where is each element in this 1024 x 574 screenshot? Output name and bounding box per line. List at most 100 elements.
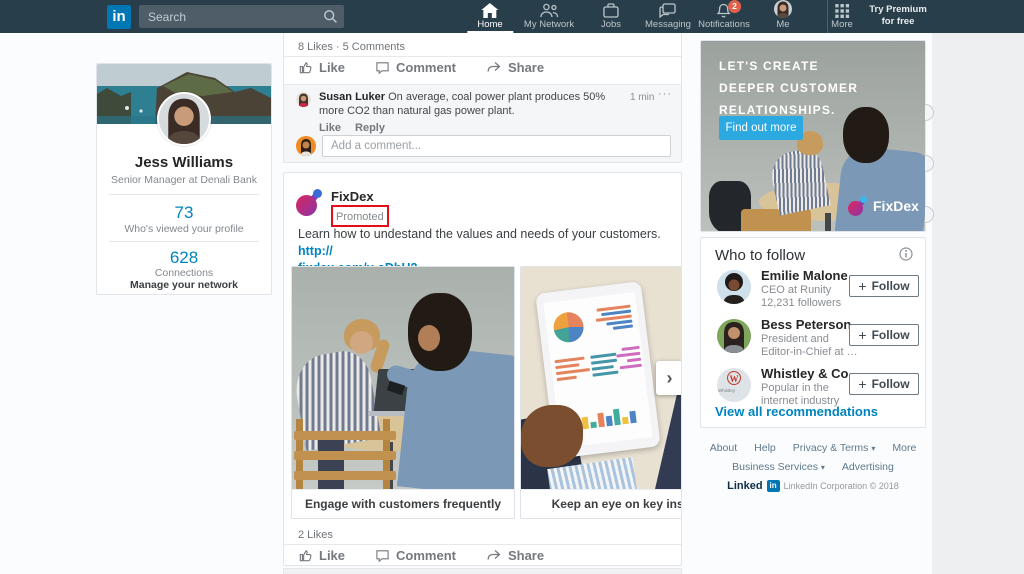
view-all-recommendations-link[interactable]: View all recommendations bbox=[715, 404, 878, 419]
chevron-right-icon: › bbox=[667, 368, 673, 389]
self-comment-avatar bbox=[296, 136, 316, 156]
comment-button[interactable]: Comment bbox=[375, 60, 456, 75]
next-post-peek bbox=[283, 568, 682, 574]
footer-link-more[interactable]: More bbox=[892, 442, 916, 454]
follow-button[interactable]: + Follow bbox=[849, 275, 919, 297]
share-button[interactable]: Share bbox=[486, 60, 544, 75]
nav-item-my-network[interactable]: My Network bbox=[524, 0, 574, 33]
feed-post-coal: 8 Likes · 5 Comments Like Comment Share … bbox=[283, 33, 682, 163]
follow-suggestion-emilie: Emilie Malone CEO at Runity 12,231 follo… bbox=[701, 268, 925, 314]
caret-down-icon: ▾ bbox=[871, 444, 875, 453]
carousel-card-1[interactable]: Engage with customers frequently bbox=[291, 266, 515, 519]
me-avatar bbox=[774, 0, 792, 18]
plus-icon: + bbox=[858, 279, 866, 293]
my-network-icon bbox=[540, 2, 559, 18]
footer-link-advertising[interactable]: Advertising bbox=[842, 461, 894, 473]
ad-headline-1: LET'S CREATE bbox=[719, 59, 819, 73]
ad-headline-3: RELATIONSHIPS. bbox=[719, 103, 836, 117]
post-stats[interactable]: 8 Likes · 5 Comments bbox=[298, 41, 405, 53]
share-icon bbox=[486, 549, 502, 563]
nav-item-jobs[interactable]: Jobs bbox=[601, 0, 621, 33]
linkedin-home-page: in Home My Network Jobs bbox=[0, 0, 1024, 574]
footer-copyright: LinkedIn Corporation © 2018 bbox=[784, 481, 899, 491]
commenter-avatar[interactable] bbox=[296, 92, 311, 107]
search-box bbox=[139, 5, 344, 28]
grid-icon bbox=[835, 2, 849, 18]
avatar[interactable] bbox=[717, 270, 751, 304]
notification-badge: 2 bbox=[728, 0, 741, 13]
profile-headline: Senior Manager at Denali Bank bbox=[97, 174, 271, 186]
page-footer: About Help Privacy & Terms ▾ More Busine… bbox=[700, 442, 926, 492]
add-comment-input[interactable] bbox=[322, 135, 671, 157]
nav-divider bbox=[827, 0, 828, 33]
messaging-icon bbox=[659, 2, 676, 18]
fixdex-ad-logo: FixDex bbox=[848, 196, 919, 216]
footer-link-help[interactable]: Help bbox=[754, 442, 776, 454]
nav-item-home[interactable]: Home bbox=[477, 0, 502, 33]
post-stats[interactable]: 2 Likes bbox=[298, 529, 333, 541]
try-premium-link[interactable]: Try Premium for free bbox=[858, 4, 938, 28]
like-icon bbox=[298, 548, 313, 563]
follow-suggestion-bess: Bess Peterson President and Editor-in-Ch… bbox=[701, 317, 925, 363]
footer-link-privacy[interactable]: Privacy & Terms ▾ bbox=[793, 442, 876, 454]
comment-icon bbox=[375, 61, 390, 75]
connections-count[interactable]: 628 bbox=[97, 248, 271, 268]
follow-button[interactable]: + Follow bbox=[849, 324, 919, 346]
fixdex-logo[interactable] bbox=[296, 188, 326, 216]
page-background-strip bbox=[932, 33, 1024, 574]
follow-button[interactable]: + Follow bbox=[849, 373, 919, 395]
footer-link-about[interactable]: About bbox=[710, 442, 737, 454]
avatar[interactable] bbox=[717, 319, 751, 353]
nav-item-me[interactable]: Me bbox=[774, 0, 792, 33]
share-button[interactable]: Share bbox=[486, 548, 544, 563]
plus-icon: + bbox=[858, 377, 866, 391]
profile-views-count[interactable]: 73 bbox=[97, 203, 271, 223]
carousel-caption-2[interactable]: Keep an eye on key insights bbox=[521, 489, 682, 518]
find-out-more-button[interactable]: Find out more bbox=[719, 116, 803, 140]
divider bbox=[284, 56, 681, 57]
feed-post-fixdex: FixDex Promoted Learn how to undestand t… bbox=[283, 172, 682, 566]
comment-icon bbox=[375, 549, 390, 563]
ad-headline-2: DEEPER CUSTOMER bbox=[719, 81, 858, 95]
caret-down-icon: ▾ bbox=[821, 463, 825, 472]
who-to-follow-title: Who to follow bbox=[715, 247, 805, 264]
nav-item-notifications[interactable]: Notifications 2 bbox=[698, 0, 750, 33]
comment-reply-link[interactable]: Reply bbox=[355, 122, 385, 134]
nav-item-messaging[interactable]: Messaging bbox=[645, 0, 691, 33]
comment-author[interactable]: Susan Luker bbox=[319, 91, 385, 103]
footer-link-business-services[interactable]: Business Services ▾ bbox=[732, 461, 825, 473]
fixdex-ad-card[interactable]: LET'S CREATE DEEPER CUSTOMER RELATIONSHI… bbox=[700, 40, 926, 232]
top-navbar: in Home My Network Jobs bbox=[0, 0, 1024, 33]
search-icon[interactable] bbox=[323, 9, 338, 24]
like-button[interactable]: Like bbox=[298, 60, 345, 75]
comment-timestamp: 1 min bbox=[630, 92, 654, 103]
promoted-label: Promoted bbox=[336, 211, 384, 223]
carousel-next-button[interactable]: › bbox=[656, 361, 682, 395]
search-input[interactable] bbox=[139, 5, 344, 28]
linkedin-logo-small: in bbox=[767, 480, 780, 492]
like-icon bbox=[298, 60, 313, 75]
manage-network-link[interactable]: Manage your network bbox=[97, 279, 271, 291]
post-author[interactable]: FixDex bbox=[331, 189, 374, 204]
linkedin-logo[interactable]: in bbox=[107, 5, 131, 29]
who-to-follow-card: Who to follow Emilie Malone CEO at Runit… bbox=[700, 237, 926, 428]
profile-card: Jess Williams Senior Manager at Denali B… bbox=[96, 63, 272, 295]
plus-icon: + bbox=[858, 328, 866, 342]
profile-avatar[interactable] bbox=[157, 92, 211, 146]
profile-name[interactable]: Jess Williams bbox=[97, 154, 271, 171]
divider bbox=[109, 241, 259, 242]
home-icon bbox=[482, 2, 499, 18]
carousel-caption-1[interactable]: Engage with customers frequently bbox=[292, 489, 514, 518]
comment-menu-icon[interactable]: ··· bbox=[658, 88, 672, 100]
comment-like-link[interactable]: Like bbox=[319, 122, 341, 134]
like-button[interactable]: Like bbox=[298, 548, 345, 563]
nav-item-more[interactable]: More bbox=[831, 0, 853, 33]
comment-button[interactable]: Comment bbox=[375, 548, 456, 563]
connections-label: Connections bbox=[97, 267, 271, 279]
share-icon bbox=[486, 61, 502, 75]
profile-views-label[interactable]: Who's viewed your profile bbox=[97, 223, 271, 235]
divider bbox=[284, 544, 681, 545]
info-icon[interactable] bbox=[899, 247, 913, 261]
whistley-logo[interactable]: W Whistley & Co. bbox=[717, 368, 751, 402]
briefcase-icon bbox=[603, 2, 619, 18]
